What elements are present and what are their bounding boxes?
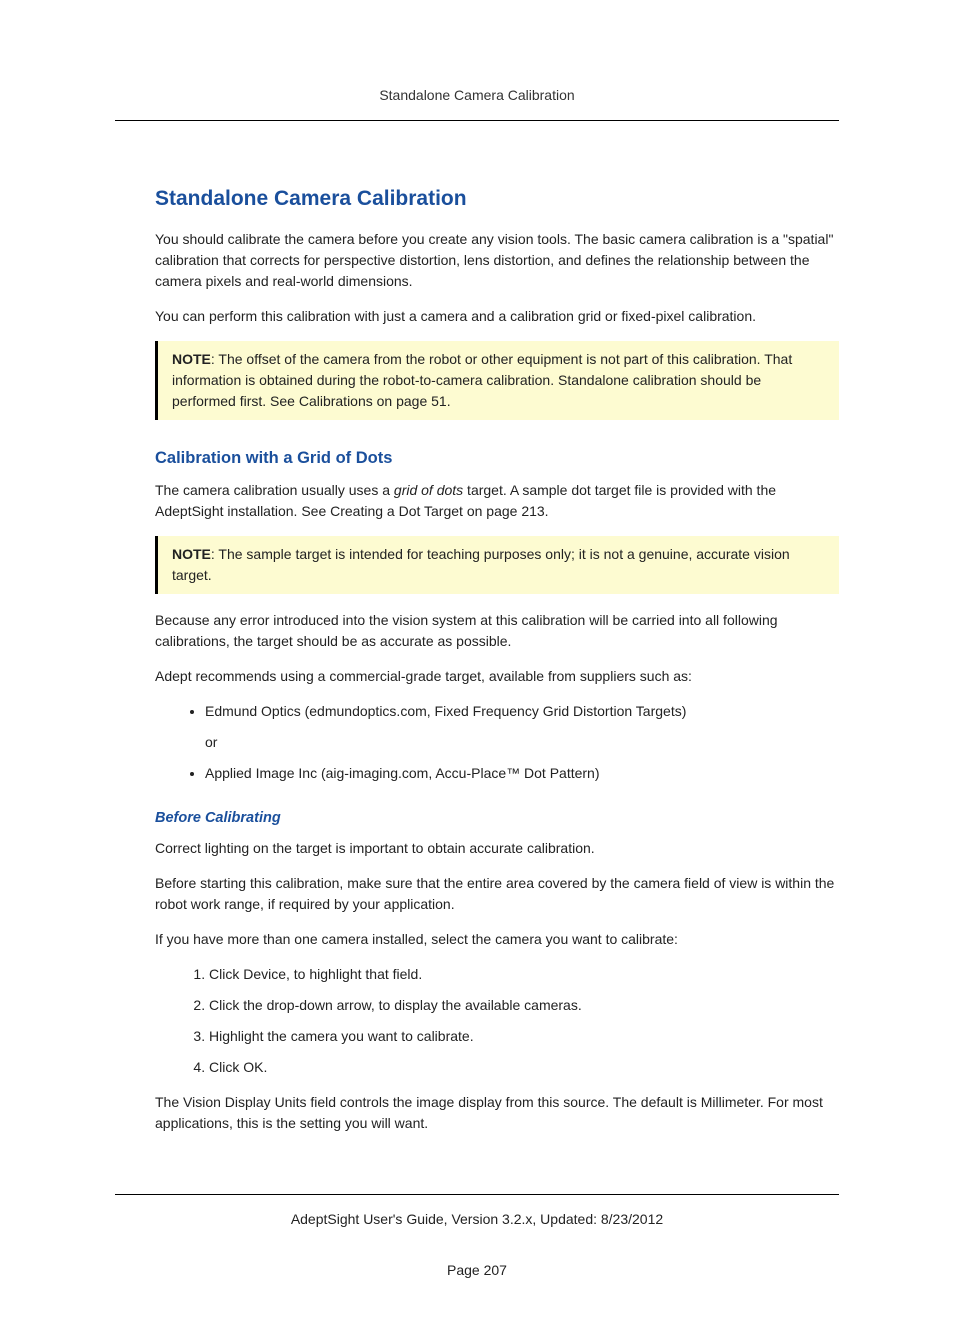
running-header: Standalone Camera Calibration: [115, 85, 839, 120]
intro-paragraph-1: You should calibrate the camera before y…: [155, 229, 839, 292]
calibration-steps: Click Device, to highlight that field. C…: [155, 964, 839, 1078]
intro-paragraph-2: You can perform this calibration with ju…: [155, 306, 839, 327]
note-label: NOTE: [172, 546, 211, 562]
note-box-2: NOTE: The sample target is intended for …: [155, 536, 839, 594]
list-item: Applied Image Inc (aig-imaging.com, Accu…: [205, 763, 839, 784]
list-separator-or: or: [155, 732, 839, 753]
step-item: Click OK.: [209, 1057, 839, 1078]
footer-rule: AdeptSight User's Guide, Version 3.2.x, …: [115, 1194, 839, 1281]
step-item: Click the drop-down arrow, to display th…: [209, 995, 839, 1016]
heading-before-calibrating: Before Calibrating: [155, 808, 839, 830]
heading-grid-of-dots: Calibration with a Grid of Dots: [155, 446, 839, 471]
content-area: Standalone Camera Calibration You should…: [115, 183, 839, 1134]
note-box-1: NOTE: The offset of the camera from the …: [155, 341, 839, 420]
before-paragraph-1: Correct lighting on the target is import…: [155, 838, 839, 859]
note-text: : The sample target is intended for teac…: [172, 546, 790, 583]
grid-paragraph-3: Adept recommends using a commercial-grad…: [155, 666, 839, 687]
grid-paragraph-1: The camera calibration usually uses a gr…: [155, 480, 839, 522]
note-text: : The offset of the camera from the robo…: [172, 351, 792, 409]
footer-guide-line: AdeptSight User's Guide, Version 3.2.x, …: [115, 1209, 839, 1230]
page-title: Standalone Camera Calibration: [155, 183, 839, 215]
grid-paragraph-2: Because any error introduced into the vi…: [155, 610, 839, 652]
page-number: Page 207: [115, 1260, 839, 1281]
step-item: Highlight the camera you want to calibra…: [209, 1026, 839, 1047]
before-paragraph-4: The Vision Display Units field controls …: [155, 1092, 839, 1134]
document-page: Standalone Camera Calibration Standalone…: [0, 0, 954, 1341]
supplier-list: Edmund Optics (edmundoptics.com, Fixed F…: [155, 701, 839, 722]
step-item: Click Device, to highlight that field.: [209, 964, 839, 985]
before-paragraph-2: Before starting this calibration, make s…: [155, 873, 839, 915]
header-rule: [115, 120, 839, 121]
note-label: NOTE: [172, 351, 211, 367]
before-paragraph-3: If you have more than one camera install…: [155, 929, 839, 950]
text-fragment: The camera calibration usually uses a: [155, 482, 394, 498]
list-item: Edmund Optics (edmundoptics.com, Fixed F…: [205, 701, 839, 722]
supplier-list-2: Applied Image Inc (aig-imaging.com, Accu…: [155, 763, 839, 784]
emphasis-grid-of-dots: grid of dots: [394, 482, 463, 498]
